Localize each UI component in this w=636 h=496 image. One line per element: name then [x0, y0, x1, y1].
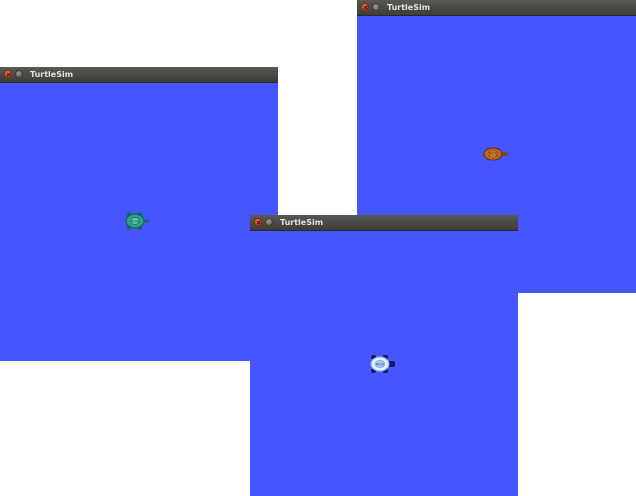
svg-text:ROS: ROS — [376, 362, 385, 367]
close-window-button[interactable] — [4, 70, 12, 78]
turtlesim-canvas: ROS — [250, 231, 518, 496]
svg-text:ROS: ROS — [131, 219, 140, 224]
window-title: TurtleSim — [280, 218, 324, 227]
turtlesim-window: TurtleSim ROS — [0, 67, 278, 361]
minimize-window-button[interactable] — [15, 70, 23, 78]
close-window-button[interactable] — [361, 3, 369, 11]
window-title: TurtleSim — [387, 3, 431, 12]
svg-text:ROS: ROS — [489, 152, 498, 157]
turtlesim-window: TurtleSim ROS — [250, 215, 518, 496]
turtlesim-canvas: ROS — [0, 83, 278, 361]
turtle-white-blue-icon: ROS — [370, 355, 395, 373]
close-window-button[interactable] — [254, 218, 262, 226]
window-titlebar[interactable]: TurtleSim — [357, 0, 636, 16]
window-titlebar[interactable]: TurtleSim — [250, 215, 518, 231]
desktop: TurtleSim ROS TurtleSim ROS TurtleSim RO… — [0, 0, 636, 496]
window-title: TurtleSim — [30, 70, 74, 79]
minimize-window-button[interactable] — [372, 3, 380, 11]
window-titlebar[interactable]: TurtleSim — [0, 67, 278, 83]
turtle-teal-icon: ROS — [125, 212, 150, 230]
minimize-window-button[interactable] — [265, 218, 273, 226]
turtle-orange-icon: ROS — [483, 147, 508, 161]
